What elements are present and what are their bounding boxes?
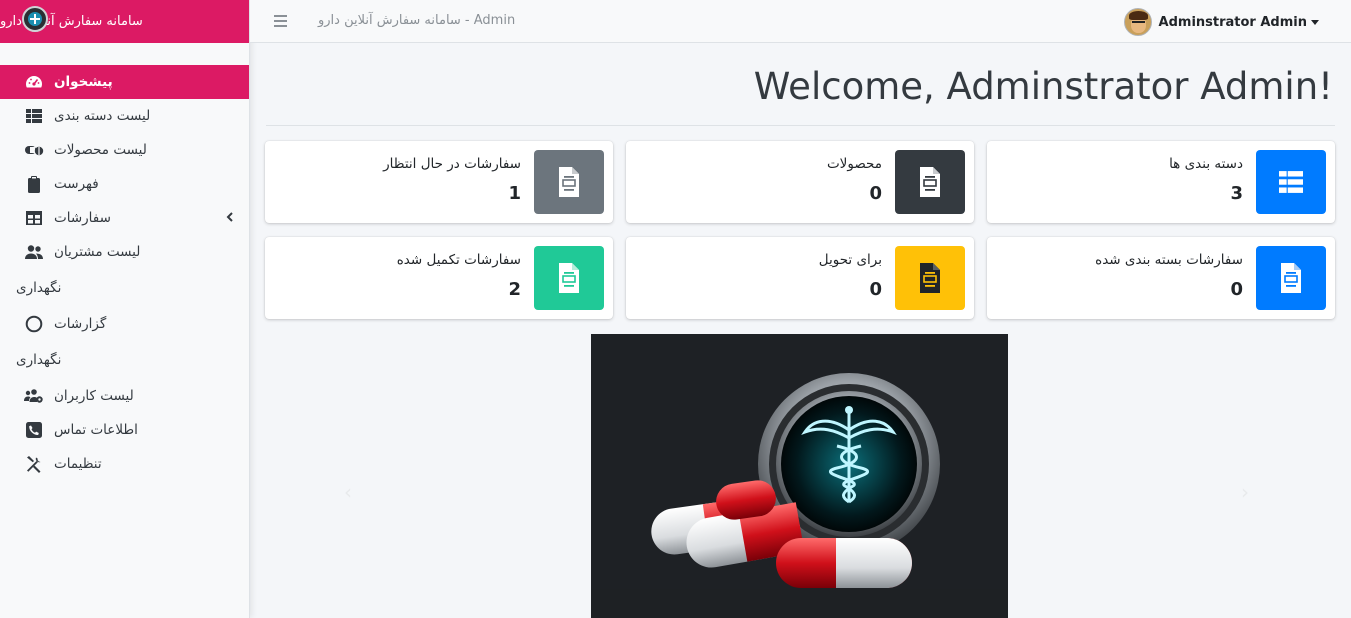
welcome-heading: Welcome, Adminstrator Admin! [753, 65, 1333, 108]
sidebar-item-users[interactable]: لیست کاربران [0, 379, 249, 413]
circle-icon [24, 314, 44, 334]
hamburger-menu-icon[interactable] [274, 15, 287, 27]
document-icon [534, 150, 604, 214]
info-box-value: 3 [1230, 183, 1243, 204]
sidebar-item-settings[interactable]: تنظیمات [0, 447, 249, 481]
info-box-value: 0 [869, 279, 882, 300]
sidebar-item-inventory[interactable]: فهرست [0, 167, 249, 201]
users-cog-icon [24, 386, 44, 406]
sidebar-item-label: پیشخوان [54, 74, 113, 90]
sidebar-item-label: گزارشات [54, 316, 107, 332]
info-box-label: سفارشات بسته بندی شده [1095, 252, 1243, 268]
info-box-completed-orders[interactable]: سفارشات تکمیل شده 2 [265, 237, 613, 319]
sidebar-item-label: فهرست [54, 176, 99, 192]
phone-icon [24, 420, 44, 440]
list-icon [24, 106, 44, 126]
sidebar-item-products[interactable]: لیست محصولات [0, 133, 249, 167]
info-box-value: 0 [869, 183, 882, 204]
info-box-value: 0 [1230, 279, 1243, 300]
sidebar: سامانه سفارش آنلاین دارو پیشخوان لیست دس… [0, 0, 250, 618]
sidebar-item-label: لیست کاربران [54, 388, 134, 404]
dashboard-icon [24, 72, 44, 92]
pills-icon [24, 140, 44, 160]
info-box-label: سفارشات تکمیل شده [396, 252, 521, 268]
sidebar-item-label: لیست مشتریان [54, 244, 141, 260]
sidebar-item-categories[interactable]: لیست دسته بندی [0, 99, 249, 133]
clipboard-icon [24, 174, 44, 194]
sidebar-nav: پیشخوان لیست دسته بندی لیست محصولات فهرس… [0, 65, 249, 481]
document-icon [895, 150, 965, 214]
divider [266, 125, 1335, 126]
tools-icon [24, 454, 44, 474]
document-icon [1256, 246, 1326, 310]
sidebar-item-customers[interactable]: لیست مشتریان [0, 235, 249, 269]
document-icon [895, 246, 965, 310]
info-box-packed-orders[interactable]: سفارشات بسته بندی شده 0 [987, 237, 1335, 319]
sidebar-section-header: نگهداری [16, 352, 62, 368]
user-name: Adminstrator Admin [1158, 14, 1307, 30]
info-box-value: 1 [508, 183, 521, 204]
sidebar-item-label: تنظیمات [54, 456, 102, 472]
info-box-for-delivery[interactable]: برای تحویل 0 [626, 237, 974, 319]
table-icon [24, 208, 44, 228]
brand-link[interactable]: سامانه سفارش آنلاین دارو [0, 0, 249, 43]
top-navbar: سامانه سفارش آنلاین دارو - Admin Adminst… [250, 0, 1351, 43]
sidebar-item-reports[interactable]: گزارشات [0, 307, 249, 341]
sidebar-section-header: نگهداری [16, 280, 62, 296]
info-box-label: محصولات [826, 156, 882, 172]
carousel-image [591, 334, 1008, 618]
sidebar-item-label: سفارشات [54, 210, 111, 226]
sidebar-item-label: اطلاعات تماس [54, 422, 138, 438]
info-box-label: دسته بندی ها [1169, 156, 1243, 172]
info-box-label: سفارشات در حال انتظار [383, 156, 521, 172]
info-box-label: برای تحویل [818, 252, 882, 268]
document-icon [1256, 150, 1326, 214]
sidebar-item-label: لیست محصولات [54, 142, 147, 158]
caret-down-icon [1311, 19, 1319, 25]
sidebar-item-contact[interactable]: اطلاعات تماس [0, 413, 249, 447]
info-box-pending-orders[interactable]: سفارشات در حال انتظار 1 [265, 141, 613, 223]
caduceus-icon [22, 6, 48, 32]
user-menu-dropdown[interactable]: Adminstrator Admin [1123, 8, 1319, 36]
info-box-value: 2 [508, 279, 521, 300]
page-header-title: سامانه سفارش آنلاین دارو - Admin [318, 13, 516, 28]
info-box-categories[interactable]: دسته بندی ها 3 [987, 141, 1335, 223]
sidebar-item-dashboard[interactable]: پیشخوان [0, 65, 249, 99]
avatar [1123, 8, 1152, 36]
carousel-next-icon[interactable]: › [1241, 480, 1249, 504]
users-icon [24, 242, 44, 262]
sidebar-item-label: لیست دسته بندی [54, 108, 151, 124]
info-box-products[interactable]: محصولات 0 [626, 141, 974, 223]
sidebar-item-orders[interactable]: سفارشات [0, 201, 249, 235]
document-icon [534, 246, 604, 310]
chevron-left-icon [226, 212, 233, 222]
carousel-prev-icon[interactable]: ‹ [344, 480, 352, 504]
